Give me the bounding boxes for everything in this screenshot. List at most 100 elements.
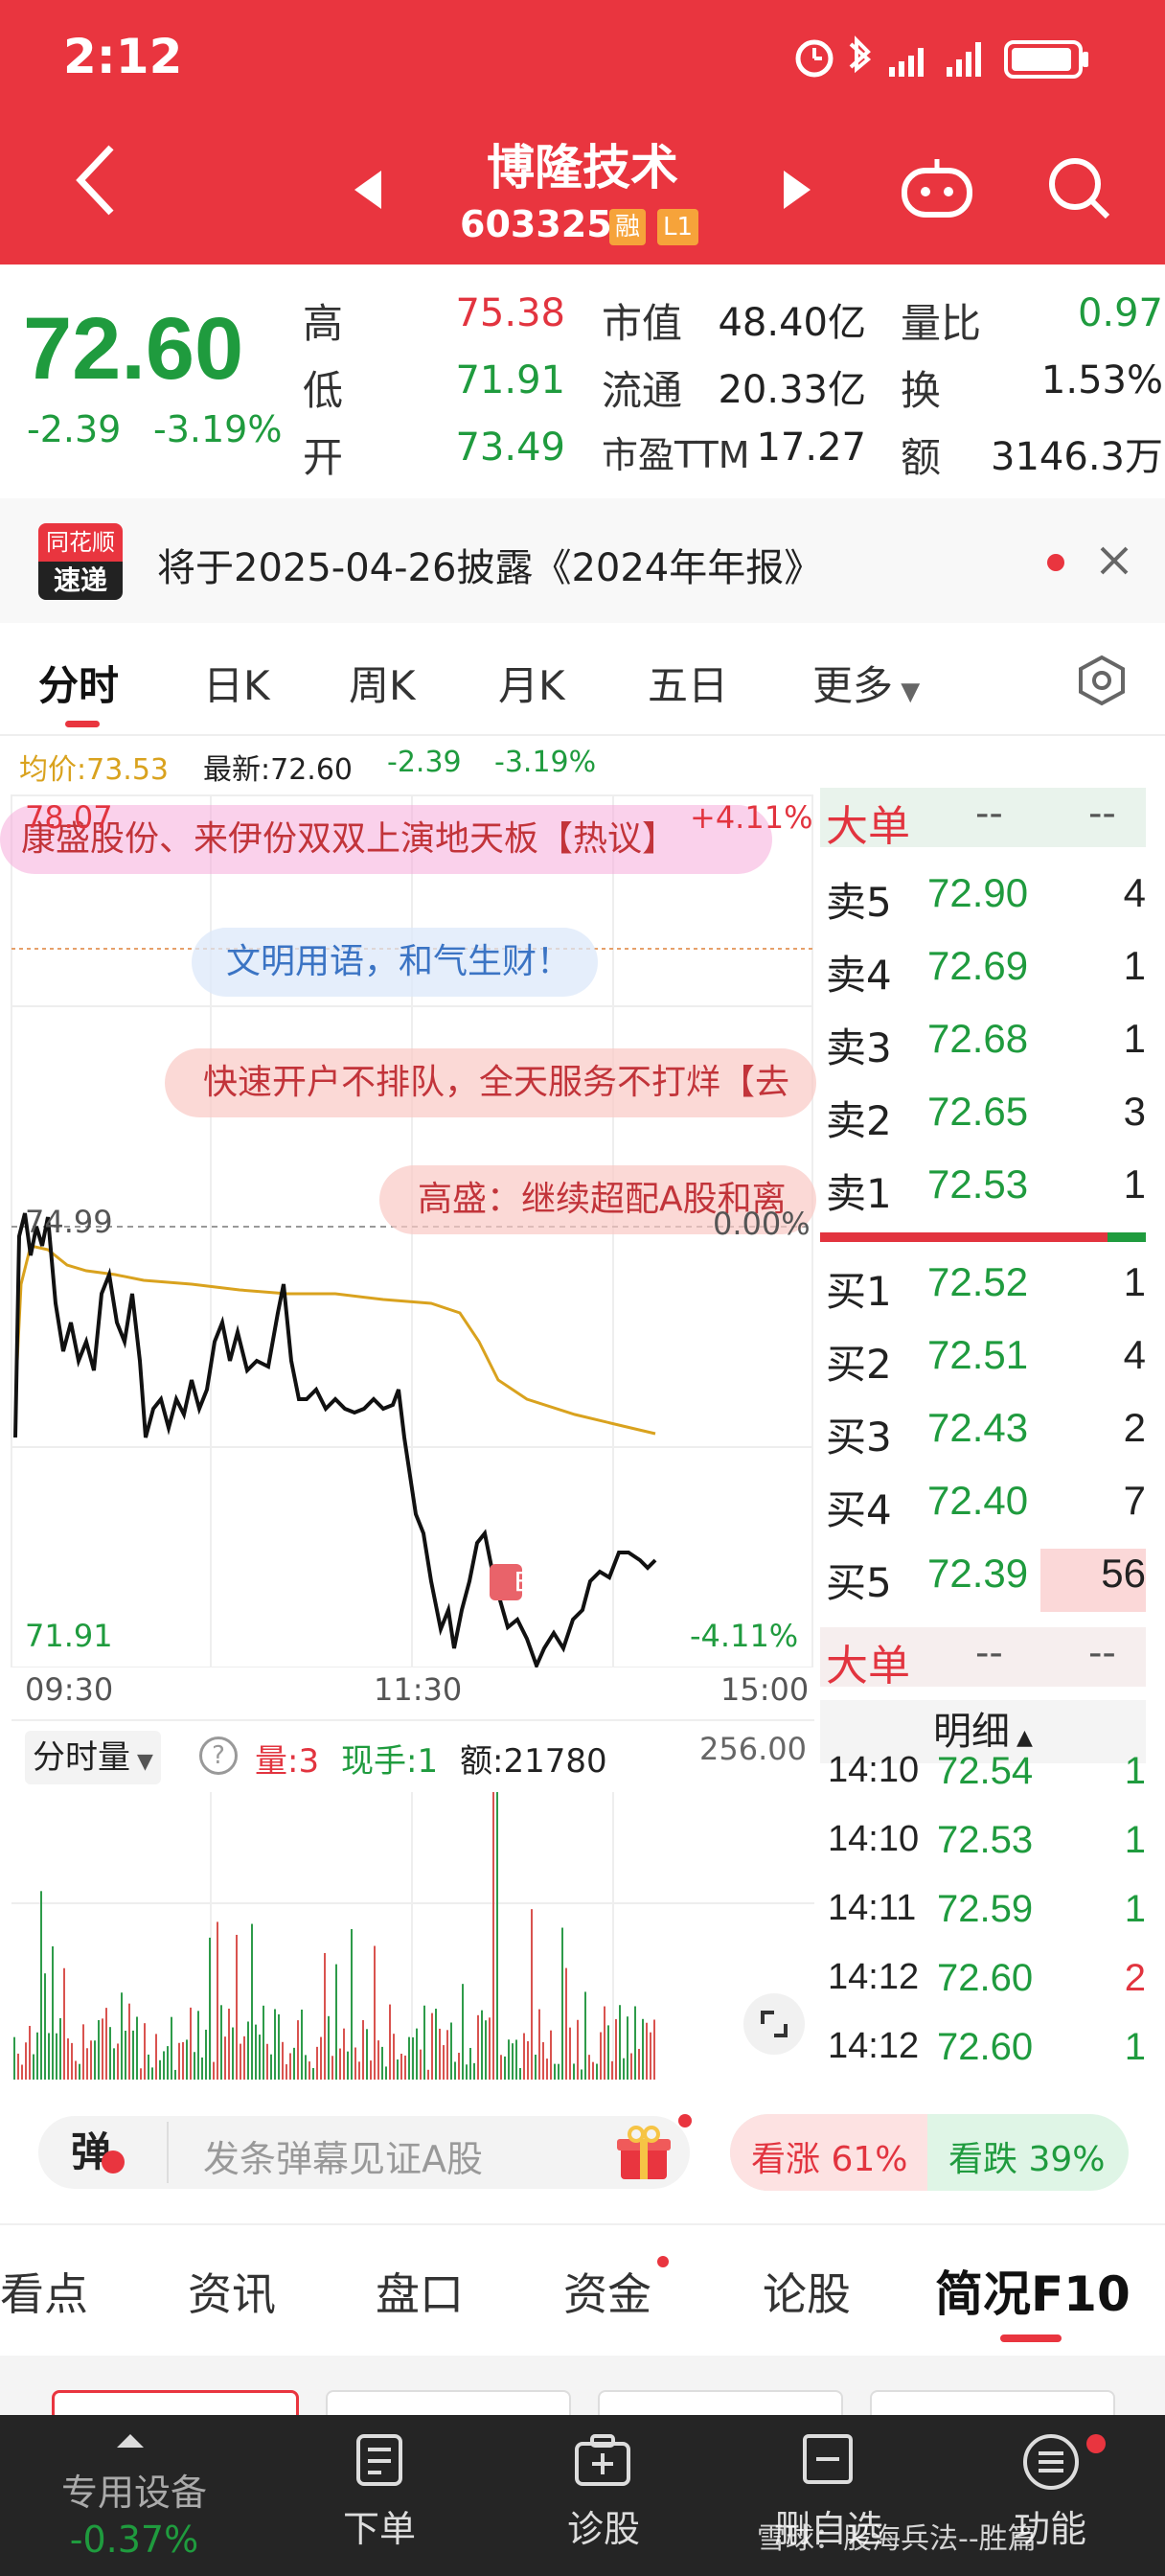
- volume-bar: [312, 2067, 314, 2080]
- danmaku-item[interactable]: 文明用语，和气生财！: [192, 928, 598, 997]
- volume-bar: [630, 2053, 632, 2080]
- tick-time: 14:10: [828, 1750, 920, 1790]
- volume-bar: [515, 2039, 517, 2080]
- volume-bars-svg: [11, 1792, 814, 2080]
- latest-price-legend: 最新:72.60: [203, 753, 353, 787]
- logo-bottom: 速递: [38, 562, 123, 600]
- level-label: 卖4: [826, 952, 892, 999]
- volume-bar: [320, 2036, 322, 2080]
- volume-bar: [650, 2032, 651, 2080]
- volume-bar: [59, 2017, 61, 2080]
- tick-time: 14:12: [828, 2026, 920, 2066]
- industry-name[interactable]: 专用设备: [38, 2463, 230, 2516]
- tab-weekly-k[interactable]: 周K: [349, 654, 416, 712]
- level-volume: 4: [1123, 870, 1146, 915]
- buy-marker: B: [514, 1566, 533, 1598]
- level-price: 72.39: [927, 1551, 1029, 1596]
- tab-order-panel[interactable]: 盘口: [376, 2260, 464, 2323]
- tab-capital[interactable]: 资金: [563, 2260, 651, 2323]
- level-label: 买2: [826, 1341, 892, 1388]
- volume-selector[interactable]: 分时量 ▼: [25, 1731, 161, 1784]
- volume-bar: [217, 1921, 218, 2080]
- divider: [167, 2122, 169, 2183]
- volume-bar: [423, 2005, 425, 2080]
- volume-bar: [604, 2006, 605, 2080]
- volume-bar: [627, 2016, 628, 2080]
- volume-bar: [220, 2005, 222, 2080]
- volume-bar: [21, 2064, 23, 2080]
- diagnose-button[interactable]: 诊股: [546, 2499, 661, 2552]
- volume-bar: [446, 2030, 448, 2080]
- volume-bar: [404, 2055, 406, 2080]
- level-volume: 4: [1123, 1332, 1146, 1377]
- volume-bar: [584, 1991, 586, 2080]
- volume-bar: [504, 2056, 506, 2080]
- volume-bar: [596, 2063, 598, 2080]
- float-cap-label: 流通: [602, 367, 683, 414]
- tab-daily-k[interactable]: 日K: [203, 654, 270, 712]
- tab-news[interactable]: 资讯: [188, 2260, 276, 2323]
- volume-bar: [301, 2009, 303, 2080]
- level-price: 72.90: [927, 870, 1029, 915]
- fullscreen-button[interactable]: [743, 1993, 805, 2055]
- tick-price: 72.54: [937, 1750, 1034, 1792]
- volume-bar: [646, 2022, 648, 2080]
- tab-monthly-k[interactable]: 月K: [498, 654, 565, 712]
- chart-settings-button[interactable]: [1075, 654, 1129, 711]
- danmaku-item[interactable]: 康盛股份、来伊份双双上演地天板【热议】: [0, 805, 772, 874]
- volume-bar: [653, 2019, 655, 2080]
- tab-highlights[interactable]: 看点: [0, 2260, 88, 2323]
- tab-discussion[interactable]: 论股: [763, 2260, 851, 2323]
- big-order-buy: --: [975, 792, 1003, 836]
- close-notice-button[interactable]: [1098, 544, 1131, 581]
- volume-bar: [519, 2067, 521, 2080]
- vote-up-button[interactable]: 看涨 61%: [751, 2131, 907, 2181]
- level-volume: 1: [1123, 1016, 1146, 1061]
- collapse-up-icon[interactable]: [117, 2434, 144, 2448]
- volume-bar: [117, 2043, 119, 2080]
- volume-ratio-label: 量比: [901, 300, 982, 347]
- volume-bar: [136, 2016, 138, 2080]
- search-button[interactable]: [1046, 155, 1113, 226]
- gift-button[interactable]: [613, 2122, 674, 2187]
- tab-more[interactable]: 更多 ▼: [812, 654, 920, 712]
- tick-price: 72.53: [937, 1819, 1034, 1861]
- next-stock-arrow-icon[interactable]: [784, 171, 811, 209]
- tab-f10-overview[interactable]: 简况F10: [935, 2256, 1131, 2325]
- vote-down-button[interactable]: 看跌 39%: [948, 2131, 1105, 2181]
- volume-selector-label: 分时量: [33, 1738, 130, 1777]
- danmaku-item[interactable]: 快速开户不排队，全天服务不打烊【去: [165, 1048, 816, 1117]
- level-volume: 1: [1123, 1259, 1146, 1304]
- app-root: 2:12 博隆技术 603325 融 L1 72.60 -2.39 -3.19%…: [0, 0, 1165, 2576]
- tab-five-day[interactable]: 五日: [648, 654, 728, 712]
- volume-bar: [619, 2005, 621, 2080]
- order-button[interactable]: 下单: [322, 2499, 437, 2552]
- volume-bar: [420, 2049, 422, 2080]
- help-icon[interactable]: ?: [199, 1736, 238, 1775]
- header-bar: 2:12 博隆技术 603325 融 L1: [0, 0, 1165, 264]
- low-label: 低: [303, 367, 344, 414]
- tab-intraday[interactable]: 分时: [38, 654, 119, 712]
- volume-bar: [638, 2048, 640, 2080]
- volume-bar: [240, 2043, 241, 2080]
- open-value: 73.49: [455, 426, 565, 470]
- volume-bar: [163, 2051, 165, 2080]
- volume-bar: [289, 2053, 291, 2080]
- volume-bar: [485, 2020, 487, 2080]
- level-label: 买3: [826, 1414, 892, 1460]
- volume-bar: [105, 2008, 107, 2080]
- volume-bar: [500, 2055, 502, 2080]
- order-icon: [353, 2432, 406, 2492]
- volume-bar: [623, 2058, 625, 2080]
- robot-assistant-button[interactable]: [901, 157, 973, 222]
- volume-bar: [247, 2021, 249, 2080]
- gift-dot-icon: [678, 2114, 692, 2128]
- level-label: 卖5: [826, 879, 892, 926]
- level-price: 72.51: [927, 1332, 1029, 1377]
- volume-bar: [458, 2053, 460, 2080]
- big-order-sell-2: --: [1088, 1631, 1116, 1675]
- market-cap-label: 市值: [602, 300, 683, 347]
- volume-bar: [489, 2017, 491, 2080]
- volume-bar: [443, 2045, 445, 2080]
- volume-bar: [343, 2028, 345, 2080]
